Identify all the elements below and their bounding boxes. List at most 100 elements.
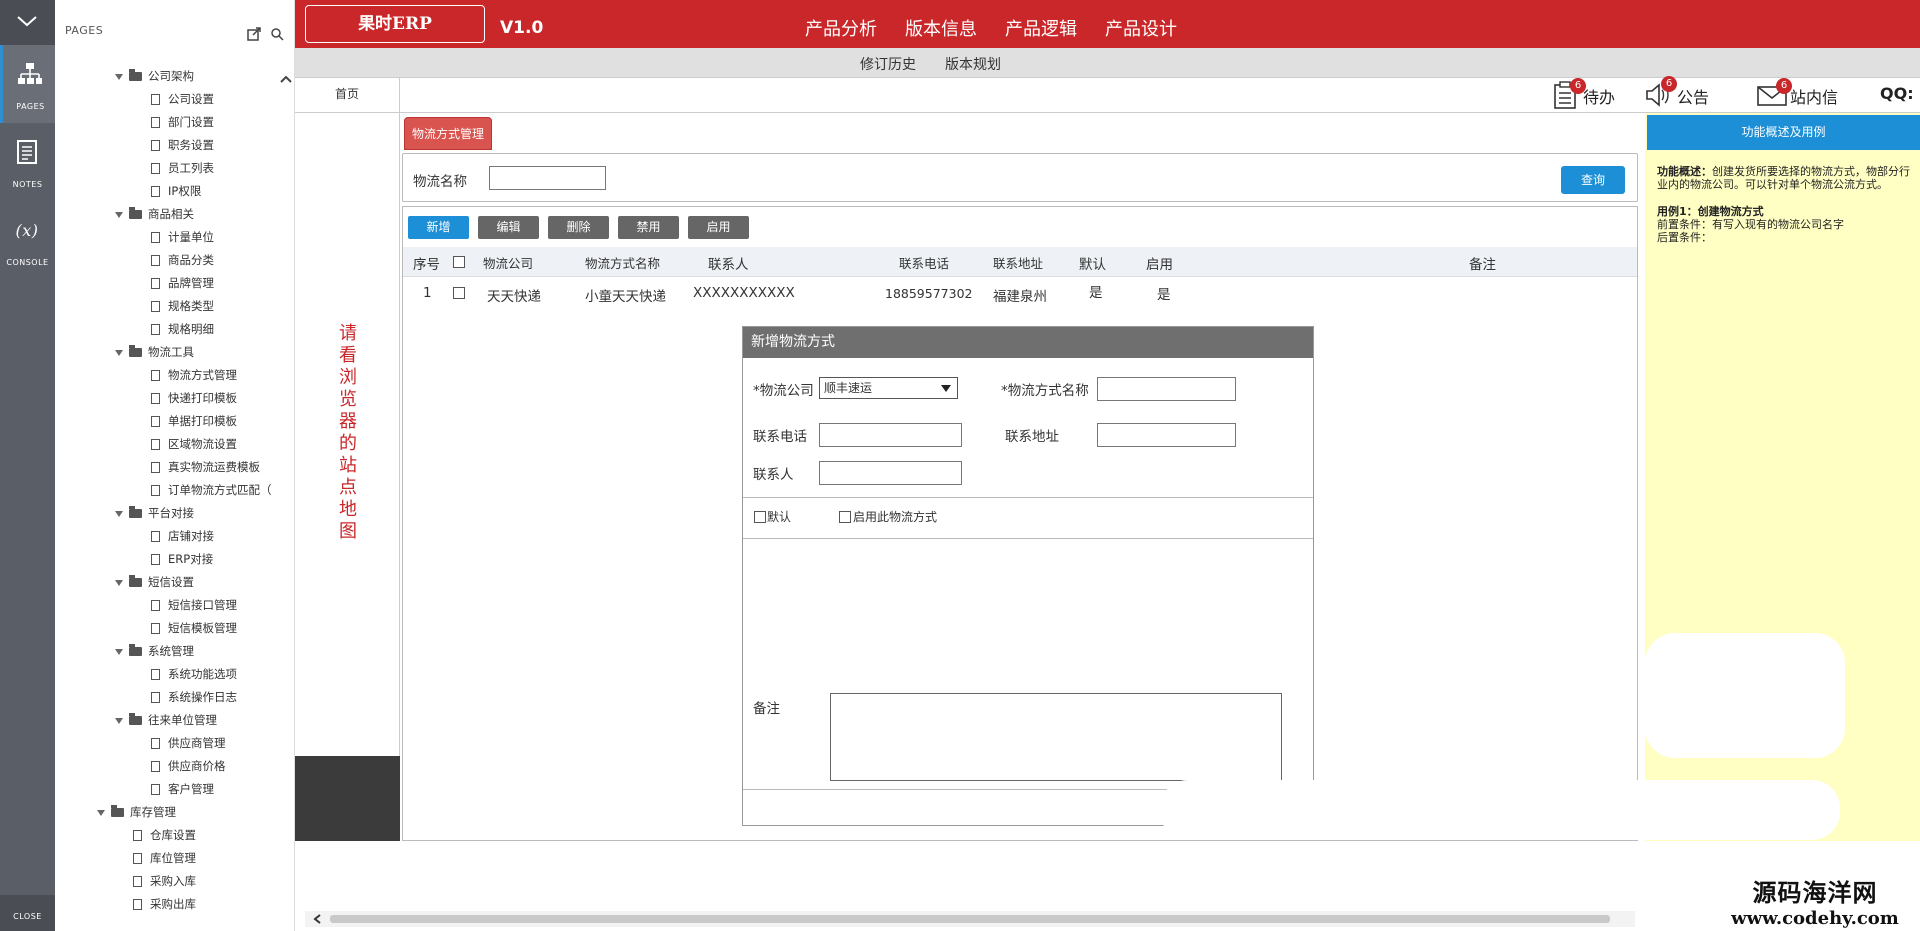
query-button[interactable]: 查询	[1561, 166, 1625, 194]
tree-page[interactable]: 职务设置	[151, 134, 214, 157]
subnav-version-plan[interactable]: 版本规划	[945, 54, 1001, 74]
col-company: 物流公司	[483, 256, 534, 271]
tree-page[interactable]: 部门设置	[151, 111, 214, 134]
company-select[interactable]: 顺丰速运	[819, 377, 958, 399]
tree-page[interactable]: 物流方式管理	[151, 364, 237, 387]
caret-down-icon[interactable]	[115, 73, 123, 80]
tree-page[interactable]: 品牌管理	[151, 272, 214, 295]
tree-page[interactable]: 商品分类	[151, 249, 214, 272]
phone-input[interactable]	[819, 423, 962, 447]
tree-page[interactable]: 系统操作日志	[151, 686, 237, 709]
tree-folder[interactable]: 物流工具	[115, 341, 194, 364]
tree-page[interactable]: 计量单位	[151, 226, 214, 249]
col-default: 默认	[1079, 257, 1106, 273]
row-no: 1	[423, 285, 432, 301]
enable-button[interactable]: 启用	[688, 216, 749, 239]
tree-page[interactable]: 短信模板管理	[151, 617, 237, 640]
nav-product-logic[interactable]: 产品逻辑	[1005, 15, 1077, 41]
caret-down-icon[interactable]	[115, 579, 123, 586]
tree-page[interactable]: 系统功能选项	[151, 663, 237, 686]
message-label[interactable]: 站内信	[1790, 84, 1838, 108]
tree-folder[interactable]: 系统管理	[115, 640, 194, 663]
notice-label[interactable]: 公告	[1677, 84, 1709, 108]
default-checkbox[interactable]	[754, 511, 766, 523]
tree-label: 快递打印模板	[168, 391, 237, 405]
overview-title: 功能概述：	[1657, 165, 1712, 178]
tree-page[interactable]: 供应商管理	[151, 732, 226, 755]
tree-folder[interactable]: 商品相关	[115, 203, 194, 226]
tree-page[interactable]: 店铺对接	[151, 525, 214, 548]
tree-page[interactable]: IP权限	[151, 180, 201, 203]
collapse-button[interactable]	[0, 0, 55, 45]
tab-logistics-management[interactable]: 物流方式管理	[404, 117, 492, 150]
caret-down-icon[interactable]	[115, 211, 123, 218]
rail-notes-button[interactable]: NOTES	[0, 123, 55, 201]
tree-page[interactable]: 规格类型	[151, 295, 214, 318]
tree-page[interactable]: 客户管理	[151, 778, 214, 801]
tree-label: 平台对接	[148, 506, 194, 520]
tree-page[interactable]: 公司设置	[151, 88, 214, 111]
tree-page[interactable]: 供应商价格	[151, 755, 226, 778]
disable-button[interactable]: 禁用	[618, 216, 679, 239]
enable-checkbox-label: 启用此物流方式	[853, 510, 938, 524]
caret-down-icon[interactable]	[115, 510, 123, 517]
caret-down-icon[interactable]	[115, 717, 123, 724]
tree-page[interactable]: 库位管理	[133, 847, 196, 870]
nav-version-info[interactable]: 版本信息	[905, 15, 977, 41]
caret-down-icon[interactable]	[115, 648, 123, 655]
app-logo[interactable]: 果时ERP	[305, 5, 485, 43]
chevron-up-icon[interactable]	[280, 74, 292, 84]
rail-close-label: CLOSE	[13, 912, 42, 921]
nav-product-design[interactable]: 产品设计	[1105, 15, 1177, 41]
row-checkbox[interactable]	[453, 287, 465, 299]
edit-button[interactable]: 编辑	[478, 216, 539, 239]
search-pages-icon[interactable]	[270, 27, 284, 41]
remark-textarea[interactable]	[830, 693, 1282, 781]
tree-page[interactable]: 采购入库	[133, 870, 196, 893]
tree-page[interactable]: 采购出库	[133, 893, 196, 916]
tree-folder[interactable]: 公司架构	[115, 65, 194, 88]
delete-button[interactable]: 删除	[548, 216, 609, 239]
enable-checkbox[interactable]	[839, 511, 851, 523]
tree-page[interactable]: 单据打印模板	[151, 410, 237, 433]
horizontal-scrollbar[interactable]	[305, 911, 1635, 927]
redaction-blob	[1645, 633, 1845, 758]
method-name-input[interactable]	[1097, 377, 1236, 401]
todo-label[interactable]: 待办	[1583, 84, 1615, 108]
tree-page[interactable]: 规格明细	[151, 318, 214, 341]
function-overview-button[interactable]: 功能概述及用例	[1647, 115, 1920, 150]
page-icon	[133, 830, 142, 841]
pre-condition: 前置条件：有写入现有的物流公司名字	[1657, 218, 1844, 231]
tree-folder[interactable]: 库存管理	[97, 801, 176, 824]
chevron-left-icon[interactable]	[313, 914, 321, 924]
contact-input[interactable]	[819, 461, 962, 485]
subnav-revision-history[interactable]: 修订历史	[860, 54, 916, 74]
tree-page[interactable]: 短信接口管理	[151, 594, 237, 617]
rail-close-button[interactable]: CLOSE	[0, 895, 55, 931]
table-row[interactable]: 1 天天快递 小童天天快递 XXXXXXXXXXX 18859577302 福建…	[403, 277, 1637, 309]
tree-page[interactable]: 快递打印模板	[151, 387, 237, 410]
address-input[interactable]	[1097, 423, 1236, 447]
page-icon	[151, 94, 160, 105]
tree-page[interactable]: ERP对接	[151, 548, 213, 571]
export-icon[interactable]	[247, 27, 261, 41]
tree-folder[interactable]: 往来单位管理	[115, 709, 217, 732]
tree-folder[interactable]: 短信设置	[115, 571, 194, 594]
select-all-checkbox[interactable]	[453, 256, 465, 268]
tree-page[interactable]: 订单物流方式匹配（	[151, 479, 272, 502]
caret-down-icon[interactable]	[115, 349, 123, 356]
tree-page[interactable]: 员工列表	[151, 157, 214, 180]
caret-down-icon[interactable]	[97, 809, 105, 816]
tree-label: 短信模板管理	[168, 621, 237, 635]
tree-page[interactable]: 区域物流设置	[151, 433, 237, 456]
add-button[interactable]: 新增	[408, 216, 469, 239]
tree-page[interactable]: 真实物流运费模板	[151, 456, 260, 479]
rail-console-button[interactable]: (x) CONSOLE	[0, 201, 55, 279]
tree-folder[interactable]: 平台对接	[115, 502, 194, 525]
scroll-thumb[interactable]	[330, 915, 1610, 923]
nav-product-analysis[interactable]: 产品分析	[805, 15, 877, 41]
rail-pages-button[interactable]: PAGES	[0, 45, 55, 123]
tab-home[interactable]: 首页	[295, 78, 400, 113]
tree-page[interactable]: 仓库设置	[133, 824, 196, 847]
logistics-name-input[interactable]	[489, 166, 606, 190]
